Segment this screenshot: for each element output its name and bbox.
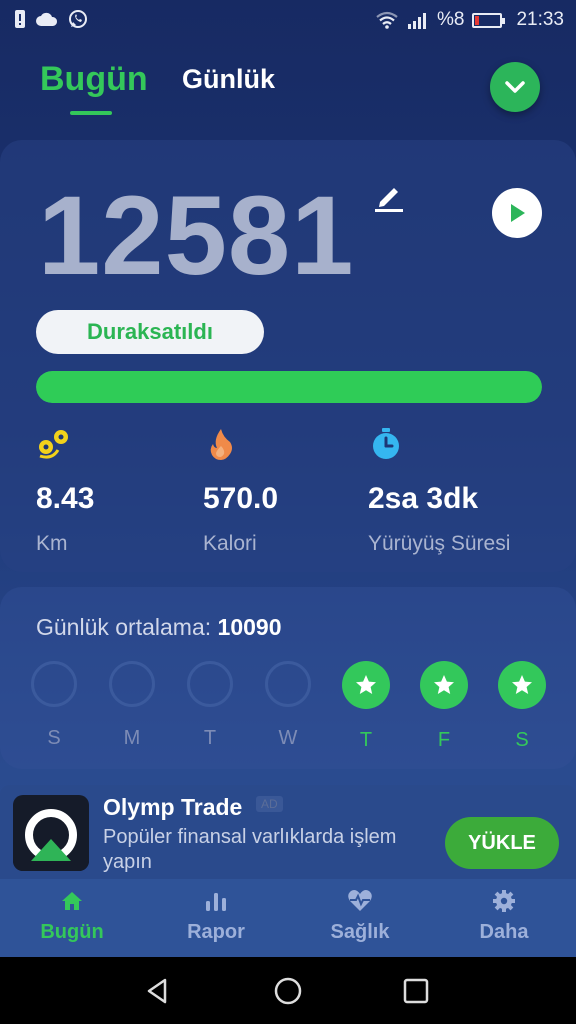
nav-health[interactable]: Sağlık [300,889,420,944]
stat-distance: 8.43 Km [36,426,94,555]
status-bar: %8 21:33 [0,0,576,40]
day-label: T [359,729,373,751]
distance-label: Km [36,532,68,555]
day-label: W [278,727,298,749]
goal-pending-circle [109,661,155,707]
tab-today[interactable]: Bugün [40,60,148,99]
edit-steps-button[interactable] [372,180,406,214]
day-4[interactable]: T [342,661,390,752]
nav-today[interactable]: Bugün [12,889,132,944]
flame-icon [210,429,232,460]
paused-status-pill[interactable]: Duraksatıldı [36,310,264,354]
day-2[interactable]: T [186,661,234,750]
day-label: S [47,727,61,749]
home-circle-icon[interactable] [273,976,303,1006]
day-6[interactable]: S [498,661,546,752]
settings-icon [493,890,515,912]
wifi-icon [376,11,398,29]
signal-icon [407,13,426,29]
heart-pulse-icon [348,890,372,911]
play-icon [511,204,525,222]
day-label: M [123,727,141,749]
step-count: 12581 [38,173,355,298]
system-nav-bar [0,957,576,1024]
distance-value: 8.43 [36,482,95,515]
battery-percent: %8 [436,9,465,30]
day-label: T [203,727,217,749]
ad-banner[interactable]: Olymp Trade AD Popüler finansal varlıkla… [0,785,576,879]
day-0[interactable]: S [30,661,78,750]
daily-average: Günlük ortalama: 10090 [36,614,282,641]
distance-icon [39,430,68,459]
ad-install-button[interactable]: YÜKLE [445,817,559,869]
ad-badge: AD [256,796,283,812]
walk-time-value: 2sa 3dk [368,482,479,515]
cloud-icon [36,12,58,26]
progress-fill [36,371,542,403]
day-3[interactable]: W [264,661,312,750]
nav-report[interactable]: Rapor [156,889,276,944]
back-icon[interactable] [143,976,173,1006]
tab-daily[interactable]: Günlük [182,64,275,95]
bottom-nav: Bugün Rapor Sağlık Daha [0,879,576,957]
ad-title[interactable]: Olymp Trade [103,794,242,821]
calories-value: 570.0 [203,482,279,515]
stat-walk-time: 2sa 3dk Yürüyüş Süresi [368,426,510,555]
daily-goal-progress [36,371,542,403]
goal-met-circle [342,661,390,709]
recents-icon[interactable] [401,976,431,1006]
day-5[interactable]: F [420,661,468,752]
goal-pending-circle [187,661,233,707]
day-label: S [515,729,529,751]
star-icon [512,675,532,694]
goal-pending-circle [265,661,311,707]
goal-pending-circle [31,661,77,707]
daily-average-value: 10090 [217,614,282,640]
whatsapp-icon [69,10,87,28]
bar-chart-icon [206,893,226,911]
ad-description[interactable]: Popüler finansal varlıklarda işlem yapın [103,825,433,875]
star-icon [434,675,454,694]
weekly-card: Günlük ortalama: 10090 S M T W T F S [0,587,576,769]
active-tab-indicator [70,111,112,115]
day-label: F [437,729,451,751]
steps-card: 12581 Duraksatıldı 8.43 Km 570.0 Kalori … [0,140,576,572]
nav-today-label: Bugün [40,921,104,943]
star-icon [356,675,376,694]
walk-time-label: Yürüyüş Süresi [368,532,511,555]
clock: 21:33 [516,9,564,30]
expand-button[interactable] [490,62,540,112]
olymp-trade-logo [13,809,89,871]
stopwatch-icon [373,428,399,459]
status-bar-system: %8 21:33 [375,9,564,31]
chevron-down-icon [505,81,525,93]
daily-average-label: Günlük ortalama: [36,614,212,640]
calories-label: Kalori [203,532,257,555]
nav-more-label: Daha [479,921,529,943]
goal-met-circle [498,661,546,709]
nav-more[interactable]: Daha [444,889,564,944]
nav-health-label: Sağlık [330,921,390,943]
nav-report-label: Rapor [187,921,245,943]
home-icon [62,892,82,910]
status-bar-notifications [14,9,88,29]
battery-icon [472,12,506,28]
stat-calories: 570.0 Kalori [203,426,278,555]
day-1[interactable]: M [108,661,156,750]
sim-alert-icon [15,10,25,28]
resume-button[interactable] [492,188,542,238]
pencil-icon [375,188,403,212]
goal-met-circle [420,661,468,709]
ad-app-logo[interactable] [13,795,89,871]
